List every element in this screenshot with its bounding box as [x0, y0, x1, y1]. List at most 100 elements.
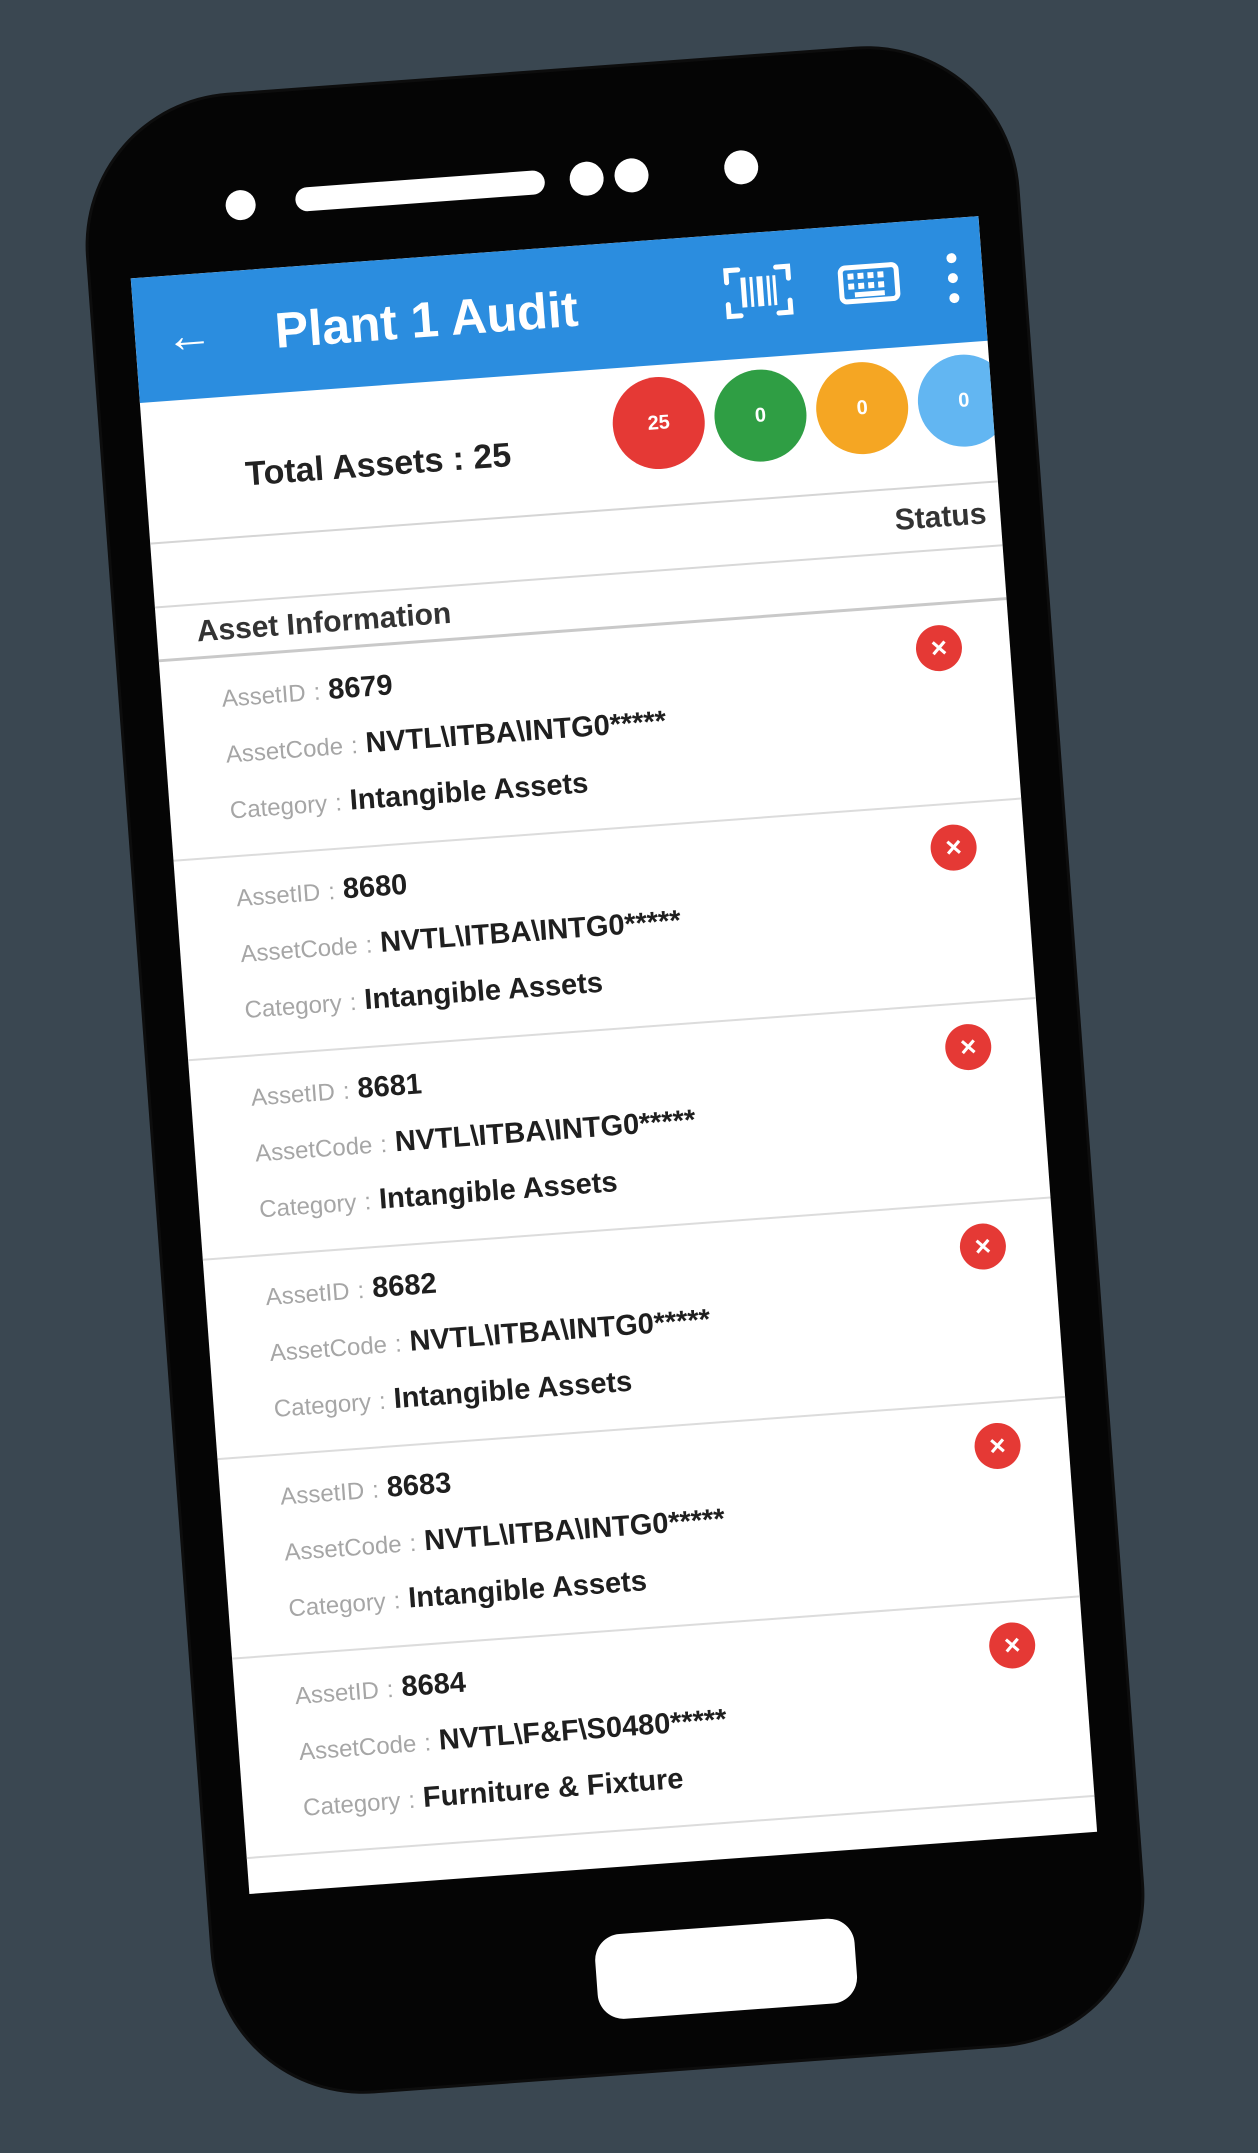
asset-id-value: 8683: [385, 1467, 453, 1504]
asset-id-value: 8679: [327, 669, 394, 706]
asset-information-header: Asset Information: [195, 596, 453, 649]
asset-code-line: AssetCode : NVTL\ITBA\INTG0*****: [254, 1104, 697, 1169]
total-count-badge[interactable]: 25: [609, 373, 708, 473]
asset-id-label: AssetID: [294, 1676, 380, 1711]
category-line: Category : Intangible Assets: [229, 767, 590, 826]
category-value: Intangible Assets: [348, 767, 590, 817]
close-icon[interactable]: ×: [914, 623, 964, 673]
separator: :: [350, 732, 359, 760]
category-label: Category: [302, 1787, 402, 1822]
asset-code-line: AssetCode : NVTL\ITBA\INTG0*****: [225, 705, 668, 770]
category-line: Category : Intangible Assets: [273, 1366, 634, 1425]
asset-id-value: 8680: [341, 868, 409, 906]
category-label: Category: [243, 989, 343, 1024]
asset-id-value: 8682: [370, 1267, 438, 1305]
category-value: Intangible Assets: [407, 1565, 648, 1615]
asset-id-label: AssetID: [250, 1078, 336, 1112]
asset-id-line: AssetID : 8681: [250, 1068, 423, 1113]
asset-id-label: AssetID: [264, 1278, 351, 1312]
asset-id-label: AssetID: [279, 1477, 366, 1511]
asset-id-line: AssetID : 8684: [294, 1667, 467, 1712]
close-icon[interactable]: ×: [943, 1022, 993, 1072]
category-value: Furniture & Fixture: [421, 1762, 685, 1814]
asset-code-line: AssetCode : NVTL\F&F\S0480*****: [298, 1704, 728, 1768]
front-camera: [723, 149, 760, 186]
close-icon[interactable]: ×: [972, 1421, 1023, 1471]
category-line: Category : Intangible Assets: [243, 967, 604, 1026]
asset-code-line: AssetCode : NVTL\ITBA\INTG0*****: [269, 1304, 712, 1369]
separator: :: [341, 1077, 351, 1105]
asset-code-value: NVTL\ITBA\INTG0*****: [379, 904, 682, 959]
separator: :: [363, 1188, 373, 1216]
speaker-grille: [294, 169, 546, 213]
asset-code-value: NVTL\F&F\S0480*****: [437, 1703, 728, 1757]
asset-code-label: AssetCode: [239, 932, 359, 969]
ambient-sensor: [613, 157, 650, 194]
category-value: Intangible Assets: [363, 966, 604, 1017]
separator: :: [385, 1675, 395, 1704]
close-icon[interactable]: ×: [928, 822, 979, 873]
separator: :: [356, 1276, 366, 1305]
found-count-badge[interactable]: 0: [711, 366, 810, 465]
page-background: ← Plant 1 Audit Total Assets: 25 25 0 0…: [0, 0, 1258, 2153]
asset-id-label: AssetID: [235, 879, 322, 913]
page-title: Plant 1 Audit: [272, 280, 580, 359]
category-value: Intangible Assets: [392, 1365, 634, 1416]
other-count-badge[interactable]: 0: [914, 351, 1014, 450]
separator: :: [312, 678, 322, 707]
asset-code-label: AssetCode: [283, 1530, 403, 1567]
asset-code-value: NVTL\ITBA\INTG0*****: [423, 1503, 726, 1558]
separator: :: [407, 1786, 417, 1815]
total-assets-label: Total Assets : 25: [244, 436, 513, 494]
category-label: Category: [287, 1588, 387, 1623]
asset-code-value: NVTL\ITBA\INTG0*****: [408, 1303, 712, 1358]
more-vertical-icon[interactable]: [941, 247, 965, 308]
asset-list: AssetID : 8679 AssetCode : NVTL\ITBA\INT…: [158, 600, 1095, 1860]
separator: :: [408, 1529, 418, 1558]
asset-id-line: AssetID : 8683: [279, 1467, 452, 1512]
asset-code-value: NVTL\ITBA\INTG0*****: [393, 1104, 697, 1159]
separator: :: [423, 1729, 432, 1757]
asset-id-value: 8681: [356, 1068, 424, 1105]
phone-frame: ← Plant 1 Audit Total Assets: 25 25 0 0…: [78, 38, 1152, 2102]
close-icon[interactable]: ×: [958, 1221, 1008, 1272]
separator: :: [364, 931, 374, 959]
asset-id-value: 8684: [400, 1666, 467, 1704]
home-button[interactable]: [593, 1916, 859, 2021]
asset-code-line: AssetCode : NVTL\ITBA\INTG0*****: [239, 905, 682, 970]
proximity-sensor: [568, 160, 605, 197]
barcode-scan-icon[interactable]: [721, 260, 795, 323]
pending-count-badge[interactable]: 0: [812, 358, 912, 458]
separator: :: [393, 1330, 403, 1358]
separator: :: [378, 1387, 387, 1416]
asset-id-line: AssetID : 8679: [221, 669, 394, 714]
asset-code-value: NVTL\ITBA\INTG0*****: [364, 705, 668, 760]
category-label: Category: [229, 790, 329, 825]
asset-code-label: AssetCode: [268, 1331, 388, 1368]
back-arrow-icon[interactable]: ←: [163, 308, 215, 364]
asset-code-label: AssetCode: [298, 1730, 418, 1766]
close-icon[interactable]: ×: [987, 1620, 1037, 1671]
keyboard-icon[interactable]: [836, 252, 902, 314]
separator: :: [348, 988, 358, 1017]
category-line: Category : Furniture & Fixture: [302, 1763, 685, 1824]
separator: :: [392, 1587, 402, 1615]
asset-id-label: AssetID: [220, 679, 307, 713]
category-line: Category : Intangible Assets: [258, 1166, 619, 1225]
category-label: Category: [258, 1189, 358, 1224]
phone-screen: ← Plant 1 Audit Total Assets: 25 25 0 0…: [130, 216, 1098, 1894]
sensor-dot: [224, 189, 257, 222]
asset-code-line: AssetCode : NVTL\ITBA\INTG0*****: [283, 1503, 726, 1568]
category-line: Category : Intangible Assets: [287, 1565, 648, 1624]
category-label: Category: [272, 1388, 373, 1423]
asset-id-line: AssetID : 8680: [235, 869, 408, 914]
separator: :: [334, 789, 343, 817]
separator: :: [371, 1476, 380, 1504]
separator: :: [327, 878, 336, 906]
asset-code-label: AssetCode: [224, 733, 344, 769]
asset-code-label: AssetCode: [254, 1132, 374, 1168]
category-value: Intangible Assets: [377, 1166, 619, 1216]
asset-id-line: AssetID : 8682: [264, 1267, 438, 1313]
status-column-header: Status: [893, 497, 988, 537]
header-divider: [154, 544, 1003, 609]
